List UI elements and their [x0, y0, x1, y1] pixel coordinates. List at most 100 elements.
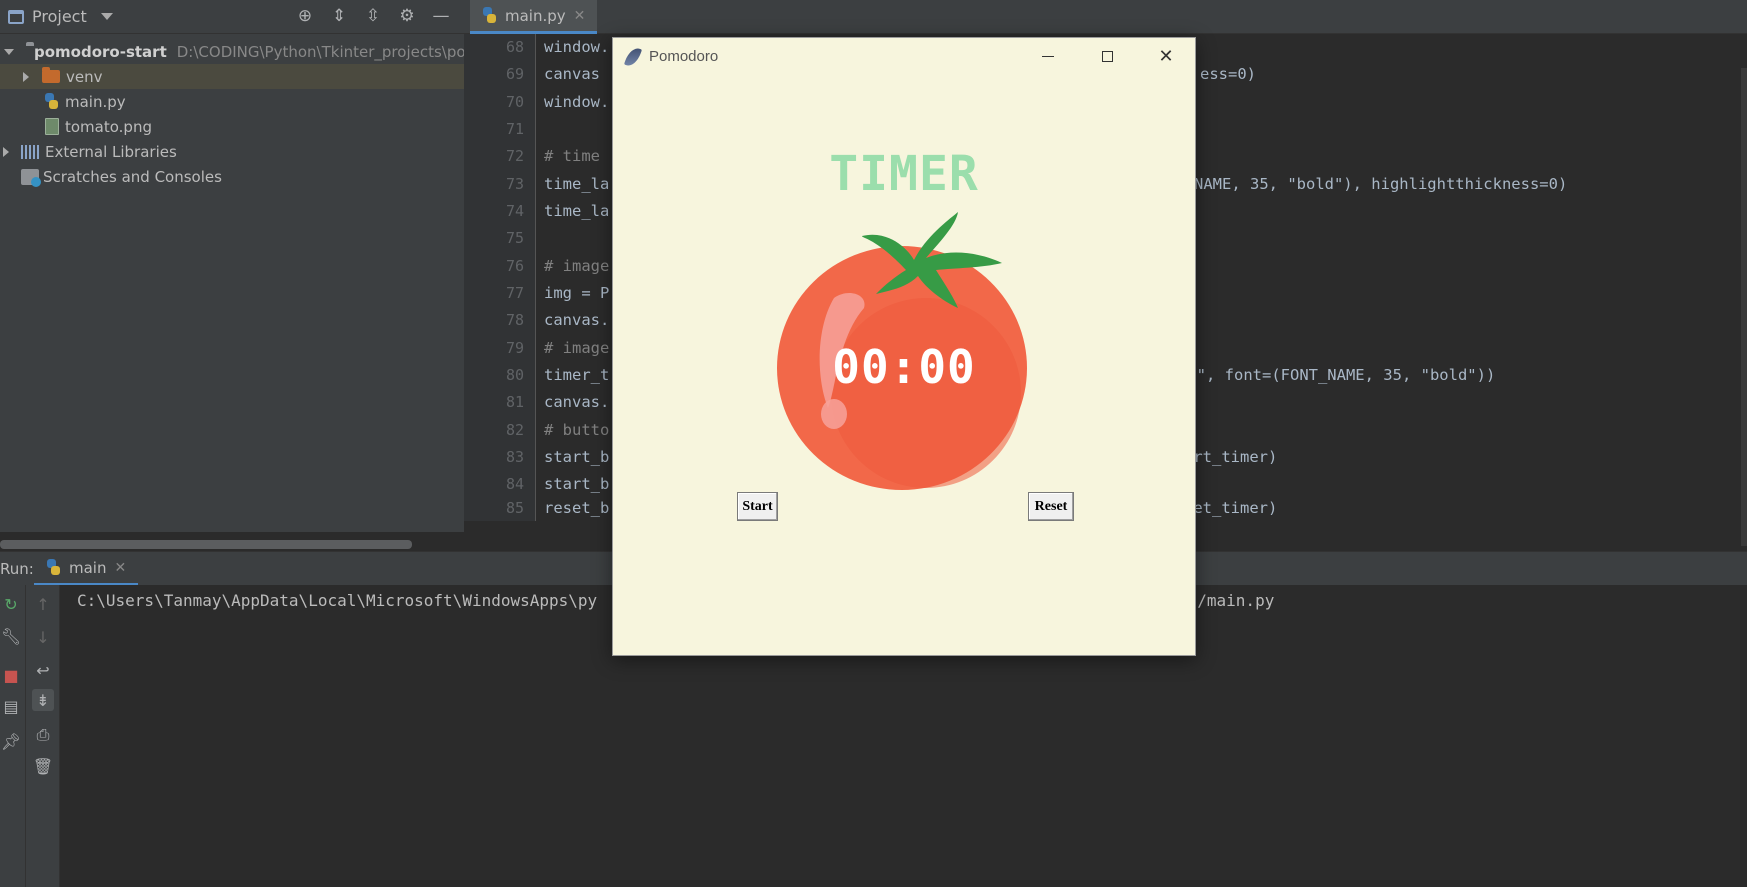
tree-item-label: External Libraries	[45, 142, 177, 161]
line-number: 75	[505, 229, 524, 247]
tree-item-label: Scratches and Consoles	[43, 167, 222, 186]
line-number: 85	[505, 499, 524, 517]
code-line: start_b	[544, 448, 610, 466]
line-number: 84	[505, 475, 524, 493]
line-number: 79	[505, 339, 524, 357]
line-number: 83	[505, 448, 524, 466]
layout-icon[interactable]: ▤	[0, 695, 22, 717]
pomodoro-titlebar[interactable]: Pomodoro ✕	[613, 38, 1195, 75]
python-file-icon	[44, 93, 59, 110]
chevron-right-icon[interactable]	[23, 71, 29, 82]
stop-icon[interactable]: ■	[0, 664, 22, 686]
code-line: canvas	[544, 65, 610, 83]
chevron-down-icon[interactable]	[100, 13, 113, 20]
editor-tab-bar: main.py ✕	[464, 0, 1747, 34]
line-number: 80	[505, 366, 524, 384]
arrow-down-icon[interactable]: ↓	[32, 626, 54, 648]
code-line-tail: te", font=(FONT_NAME, 35, "bold"))	[1178, 366, 1496, 384]
close-icon[interactable]: ✕	[114, 560, 126, 576]
start-button[interactable]: Start	[737, 492, 778, 521]
line-number-gutter: 68 69 70 71 72 73 74 75 76 77 78 79 80 8…	[464, 34, 536, 521]
pin-icon[interactable]: 📌︎	[0, 730, 22, 752]
print-icon[interactable]: ⎙	[32, 724, 54, 746]
python-file-icon	[482, 7, 497, 24]
code-line: img = P	[544, 284, 610, 302]
soft-wrap-icon[interactable]: ↩	[32, 659, 54, 681]
project-icon	[8, 9, 24, 24]
chevron-right-icon[interactable]	[3, 146, 9, 157]
locate-icon[interactable]: ⊕	[296, 7, 314, 25]
tab-run-main[interactable]: main ✕	[34, 552, 139, 586]
line-number: 69	[505, 65, 524, 83]
line-number: 81	[505, 393, 524, 411]
code-comment: # image	[544, 257, 610, 275]
line-number: 73	[505, 175, 524, 193]
code-line-tail: set_timer)	[1184, 499, 1278, 517]
line-number: 70	[505, 93, 524, 111]
maximize-button[interactable]	[1078, 38, 1136, 75]
root-folder-path: D:\CODING\Python\Tkinter_projects\pomodo	[176, 42, 509, 61]
window-title: Pomodoro	[649, 48, 719, 65]
line-number: 68	[505, 38, 524, 56]
code-comment: # time	[544, 147, 610, 165]
hide-panel-icon[interactable]: —	[432, 7, 450, 25]
editor-vertical-scrollbar[interactable]	[1741, 68, 1747, 546]
library-icon	[21, 144, 39, 159]
tree-item-root[interactable]: pomodoro-start D:\CODING\Python\Tkinter_…	[0, 39, 508, 64]
folder-icon	[42, 67, 60, 83]
minimize-button[interactable]	[1019, 38, 1077, 75]
close-icon[interactable]: ✕	[574, 8, 586, 24]
code-line: reset_b	[544, 499, 610, 517]
timer-countdown: 00:00	[832, 340, 976, 394]
scratches-icon	[21, 168, 41, 187]
timer-heading: TIMER	[829, 146, 979, 202]
project-panel-header: Project ⊕ ⇕ ⇳ ⚙ —	[0, 0, 464, 34]
line-number: 77	[505, 284, 524, 302]
tree-item-external-libraries[interactable]: External Libraries	[0, 139, 464, 164]
python-icon	[46, 559, 61, 576]
code-line-tail: art_timer)	[1184, 448, 1278, 466]
project-tree: pomodoro-start D:\CODING\Python\Tkinter_…	[0, 34, 508, 532]
code-line: start_b	[544, 475, 610, 493]
wrench-icon[interactable]: 🔧︎	[0, 625, 22, 647]
code-line-tail: NAME, 35, "bold"), highlightthickness=0)	[1194, 175, 1568, 193]
tree-item-main-py[interactable]: main.py	[0, 89, 464, 114]
close-icon: ✕	[1158, 45, 1174, 67]
code-line: timer_t	[544, 366, 610, 384]
scroll-to-end-icon[interactable]: ⇟	[32, 689, 54, 711]
rerun-icon[interactable]: ↻	[0, 593, 22, 615]
project-horizontal-scrollbar[interactable]	[0, 540, 412, 549]
tree-item-label: tomato.png	[65, 117, 152, 136]
feather-icon	[623, 45, 643, 68]
root-folder-name: pomodoro-start	[34, 42, 167, 61]
code-comment: # image	[544, 339, 610, 357]
arrow-up-icon[interactable]: ↑	[32, 593, 54, 615]
line-number: 72	[505, 147, 524, 165]
collapse-all-icon[interactable]: ⇳	[364, 7, 382, 25]
tree-item-scratches[interactable]: Scratches and Consoles	[0, 164, 464, 189]
trash-icon[interactable]: 🗑︎	[32, 755, 54, 777]
tree-item-label: main.py	[65, 92, 126, 111]
chevron-down-icon[interactable]	[4, 48, 14, 55]
line-number: 74	[505, 202, 524, 220]
console-output-line: C:\Users\Tanmay\AppData\Local\Microsoft\…	[77, 591, 598, 610]
tree-item-tomato-png[interactable]: tomato.png	[0, 114, 464, 139]
code-line: canvas.	[544, 311, 610, 329]
code-line-tail: ess=0)	[1200, 65, 1256, 83]
tomato-highlight-dot	[821, 399, 847, 429]
reset-button[interactable]: Reset	[1028, 492, 1074, 521]
maximize-icon	[1101, 51, 1113, 62]
tab-main-py[interactable]: main.py ✕	[470, 0, 598, 34]
minimize-icon	[1042, 56, 1054, 57]
tree-item-venv[interactable]: venv	[0, 64, 464, 89]
code-line: canvas.	[544, 393, 610, 411]
tab-label: main.py	[505, 6, 566, 25]
project-view-selector[interactable]: Project	[8, 7, 113, 26]
gear-icon[interactable]: ⚙	[398, 7, 416, 25]
run-tab-label: main	[69, 558, 107, 577]
expand-all-icon[interactable]: ⇕	[330, 7, 348, 25]
pomodoro-window[interactable]: Pomodoro ✕ TIMER 00:00 Start Reset	[612, 37, 1196, 656]
console-toolbar: ↑ ↓ ↩ ⇟ ⎙ 🗑︎	[26, 585, 60, 887]
code-line: window.	[544, 93, 610, 111]
close-button[interactable]: ✕	[1137, 38, 1195, 75]
